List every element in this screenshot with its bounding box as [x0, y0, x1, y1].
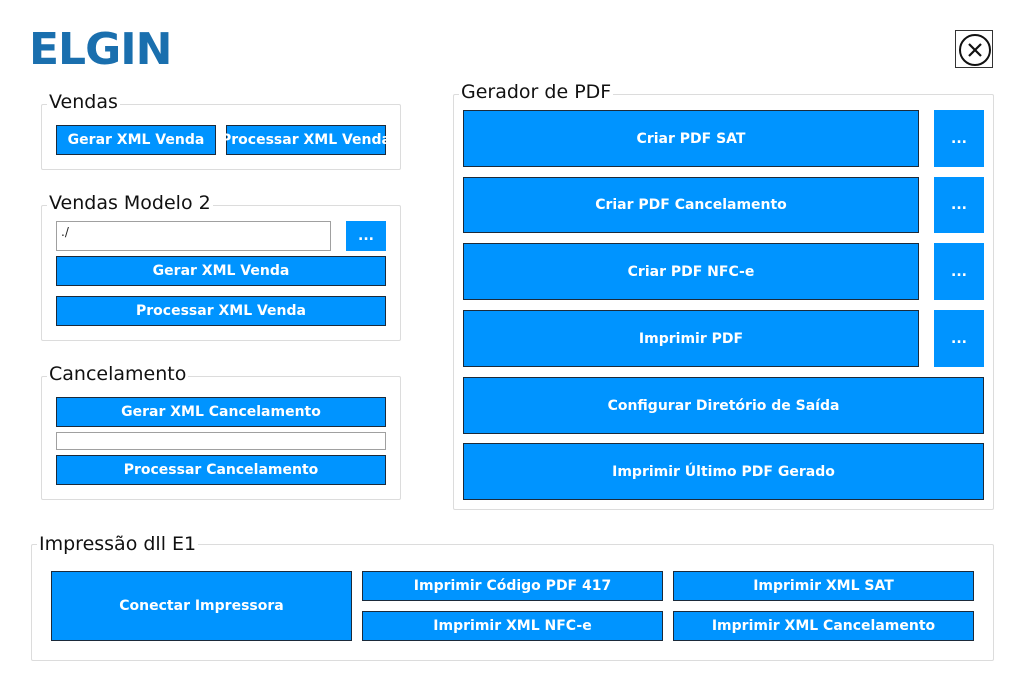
- criar-pdf-cancelamento-button[interactable]: Criar PDF Cancelamento: [463, 177, 919, 233]
- impressao-title: Impressão dll E1: [37, 533, 199, 555]
- close-button[interactable]: [955, 30, 993, 68]
- cancelamento-processar-button[interactable]: Processar Cancelamento: [56, 455, 386, 485]
- criar-pdf-sat-browse-button[interactable]: ...: [934, 110, 984, 167]
- imprimir-pdf-button[interactable]: Imprimir PDF: [463, 310, 919, 367]
- elgin-logo: ELGIN: [29, 24, 172, 75]
- vendas-title: Vendas: [47, 91, 120, 113]
- vendas-processar-xml-button[interactable]: Processar XML Venda: [221, 125, 391, 155]
- vendas-gerar-xml-button[interactable]: Gerar XML Venda: [56, 125, 216, 155]
- cancelamento-field-input[interactable]: [56, 432, 386, 450]
- gerador-pdf-title: Gerador de PDF: [459, 81, 614, 103]
- vendas2-browse-button[interactable]: ...: [346, 221, 386, 251]
- configurar-diretorio-button[interactable]: Configurar Diretório de Saída: [463, 377, 984, 434]
- criar-pdf-nfce-browse-button[interactable]: ...: [934, 243, 984, 300]
- close-circle-icon: [959, 34, 991, 66]
- conectar-impressora-button[interactable]: Conectar Impressora: [51, 571, 352, 641]
- imprimir-xml-cancelamento-button[interactable]: Imprimir XML Cancelamento: [673, 611, 974, 641]
- vendas2-gerar-xml-button[interactable]: Gerar XML Venda: [56, 256, 386, 286]
- criar-pdf-sat-button[interactable]: Criar PDF SAT: [463, 110, 919, 167]
- imprimir-codigo-pdf417-button[interactable]: Imprimir Código PDF 417: [362, 571, 663, 601]
- cancelamento-gerar-xml-button[interactable]: Gerar XML Cancelamento: [56, 397, 386, 427]
- vendas2-path-input[interactable]: ./: [56, 221, 331, 251]
- imprimir-xml-sat-button[interactable]: Imprimir XML SAT: [673, 571, 974, 601]
- imprimir-pdf-browse-button[interactable]: ...: [934, 310, 984, 367]
- imprimir-ultimo-pdf-button[interactable]: Imprimir Último PDF Gerado: [463, 443, 984, 500]
- criar-pdf-nfce-button[interactable]: Criar PDF NFC-e: [463, 243, 919, 300]
- vendas2-title: Vendas Modelo 2: [47, 192, 213, 214]
- imprimir-xml-nfce-button[interactable]: Imprimir XML NFC-e: [362, 611, 663, 641]
- cancelamento-title: Cancelamento: [47, 363, 189, 385]
- criar-pdf-cancelamento-browse-button[interactable]: ...: [934, 177, 984, 233]
- vendas2-processar-xml-button[interactable]: Processar XML Venda: [56, 296, 386, 326]
